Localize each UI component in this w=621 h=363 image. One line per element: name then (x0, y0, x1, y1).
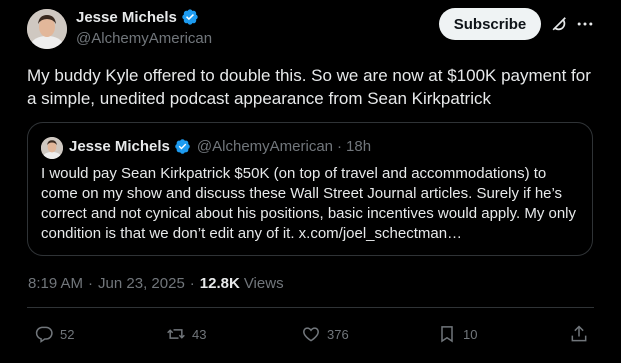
tweet-text: My buddy Kyle offered to double this. So… (27, 66, 591, 108)
tweet-meta: 8:19 AM · Jun 23, 2025 · 12.8K Views (28, 275, 284, 292)
quoted-header: Jesse Michels @AlchemyAmerican · 18h (69, 138, 371, 155)
bookmark-icon (441, 326, 453, 343)
grok-icon[interactable] (549, 14, 569, 34)
views-label: Views (243, 275, 284, 292)
verified-badge-icon (182, 9, 198, 25)
meta-separator: · (189, 275, 195, 292)
person-avatar-icon (41, 137, 63, 159)
repost-count: 43 (192, 326, 207, 342)
divider (27, 307, 594, 308)
quoted-author-avatar (41, 137, 63, 159)
more-icon[interactable] (575, 14, 595, 34)
heart-icon (303, 327, 319, 342)
person-avatar-icon (27, 9, 67, 49)
share-button[interactable] (569, 324, 595, 344)
like-count: 376 (327, 326, 349, 342)
quoted-timestamp[interactable]: 18h (346, 138, 371, 155)
subscribe-button[interactable]: Subscribe (439, 8, 541, 40)
like-button[interactable]: 376 (301, 324, 349, 344)
quoted-author-name: Jesse Michels (69, 138, 170, 155)
author-handle[interactable]: @AlchemyAmerican (76, 30, 212, 47)
quoted-author-handle: @AlchemyAmerican (196, 138, 334, 155)
share-icon (571, 325, 587, 342)
repost-icon (167, 329, 185, 339)
author-name[interactable]: Jesse Michels (76, 9, 177, 26)
repost-button[interactable]: 43 (166, 324, 206, 344)
quoted-text: I would pay Sean Kirkpatrick $50K (on to… (41, 165, 576, 242)
quoted-tweet[interactable]: Jesse Michels @AlchemyAmerican · 18h I w… (27, 122, 593, 256)
bookmark-button[interactable]: 10 (437, 324, 477, 344)
tweet-time[interactable]: 8:19 AM (28, 275, 83, 292)
tweet-date[interactable]: Jun 23, 2025 (98, 275, 185, 292)
author-name-row: Jesse Michels (76, 8, 199, 26)
reply-icon (35, 326, 53, 343)
author-avatar[interactable] (27, 9, 67, 49)
quoted-separator: · (337, 138, 343, 155)
verified-badge-icon (175, 139, 190, 154)
bookmark-count: 10 (463, 326, 478, 342)
reply-count: 52 (60, 326, 75, 342)
reply-button[interactable]: 52 (34, 324, 74, 344)
views-count: 12.8K (199, 275, 240, 292)
meta-separator: · (88, 275, 94, 292)
